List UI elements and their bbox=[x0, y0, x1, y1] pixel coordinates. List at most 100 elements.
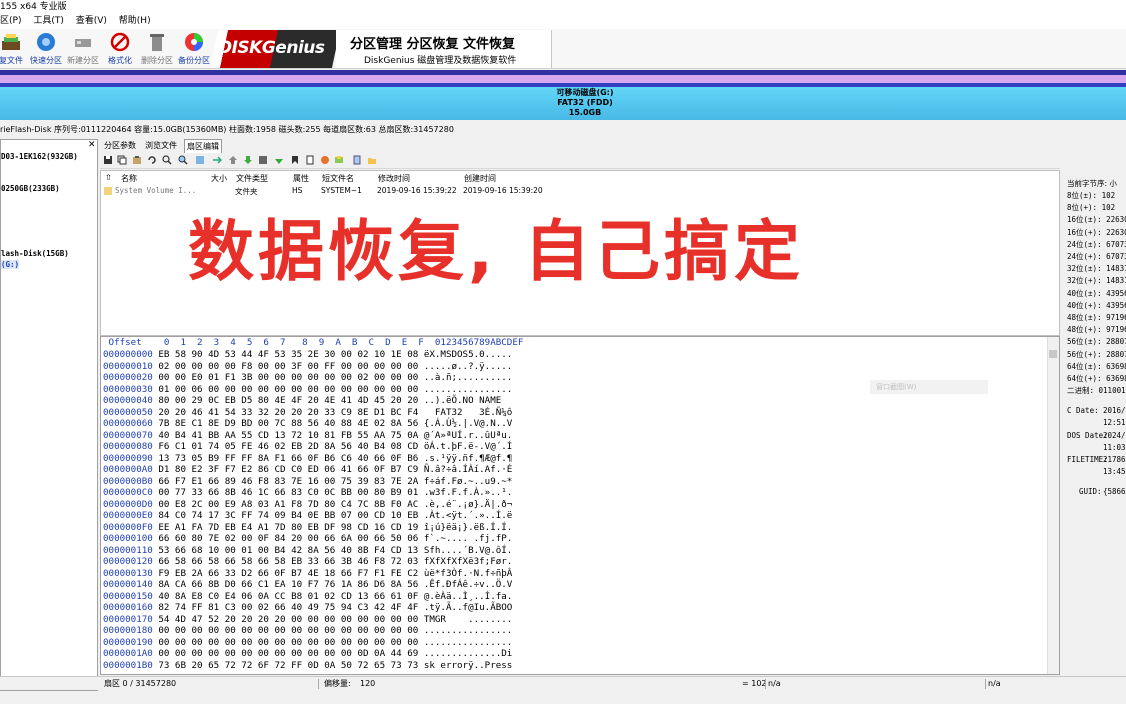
hex-row[interactable]: 000000190 00 00 00 00 00 00 00 00 00 00 … bbox=[103, 637, 512, 648]
partition-size: 15.0GB bbox=[568, 108, 602, 117]
hex-row[interactable]: 000000080 F6 C1 01 74 05 FE 46 02 EB 2D … bbox=[103, 441, 512, 452]
status-sector: 扇区 0 / 31457280 bbox=[104, 679, 177, 688]
copy-icon[interactable] bbox=[117, 155, 127, 165]
open-folder-icon[interactable] bbox=[367, 155, 377, 165]
hex-row[interactable]: 000000150 40 8A E8 C0 E4 06 0A CC B8 01 … bbox=[103, 591, 512, 602]
tree-item-disk0[interactable]: D03-1EK162(932GB) bbox=[1, 152, 78, 161]
recover-files-button[interactable]: 复文件 bbox=[0, 31, 30, 66]
undo-icon[interactable] bbox=[147, 155, 157, 165]
col-name[interactable]: 名称 bbox=[121, 173, 137, 184]
hex-row[interactable]: 000000090 13 73 05 B9 FF FF 8A F1 66 0F … bbox=[103, 453, 512, 464]
goto-icon[interactable] bbox=[195, 155, 205, 165]
tree-item-disk1[interactable]: 0250GB(233GB) bbox=[1, 184, 60, 193]
hex-row[interactable]: 000000010 02 00 00 00 00 F8 00 00 3F 00 … bbox=[103, 361, 512, 372]
col-created[interactable]: 创建时间 bbox=[464, 173, 496, 184]
inspector-row: 32位(+): 148310 bbox=[1067, 276, 1126, 286]
inspector-row: 56位(+): 288076 bbox=[1067, 349, 1126, 359]
tab-browse-files[interactable]: 浏览文件 bbox=[143, 139, 179, 153]
inspector-row: 48位(+): 971965 bbox=[1067, 325, 1126, 335]
hex-row[interactable]: 000000050 20 20 46 41 54 33 32 20 20 20 … bbox=[103, 407, 512, 418]
prev-sector-icon[interactable] bbox=[228, 155, 238, 165]
tree-item-flash-disk[interactable]: lash-Disk(15GB) bbox=[1, 249, 69, 258]
col-size[interactable]: 大小 bbox=[211, 173, 227, 184]
file-name: System Volume I... bbox=[115, 186, 197, 195]
overlay-caption: 数据恢复, 自己搞定 bbox=[188, 213, 805, 290]
dos-date-value: 2024/0 bbox=[1103, 431, 1126, 440]
table-row[interactable]: System Volume I... 文件夹 HS SYSTEM~1 2019-… bbox=[100, 186, 1060, 197]
hex-row[interactable]: 000000070 40 B4 41 BB AA 55 CD 13 72 10 … bbox=[103, 430, 512, 441]
paste-icon[interactable] bbox=[132, 155, 142, 165]
diskgenius-logo: DISKGenius bbox=[218, 38, 325, 58]
delete-partition-button[interactable]: 删除分区 bbox=[138, 31, 176, 66]
format-button[interactable]: 格式化 bbox=[101, 31, 139, 66]
find-next-icon[interactable] bbox=[178, 155, 188, 165]
partition-label: 可移动磁盘(G:) FAT32 (FDD) 15.0GB bbox=[470, 88, 700, 118]
jump-icon[interactable] bbox=[212, 155, 222, 165]
hex-row[interactable]: 000000100 66 60 80 7E 02 00 0F 84 20 00 … bbox=[103, 533, 512, 544]
hex-row[interactable]: 0000000B0 66 F7 E1 66 89 46 F8 83 7E 16 … bbox=[103, 476, 512, 487]
last-sector-icon[interactable] bbox=[274, 155, 284, 165]
template-icon[interactable] bbox=[305, 155, 315, 165]
backup-partition-button[interactable]: 备份分区 bbox=[175, 31, 213, 66]
hex-row[interactable]: 000000000 EB 58 90 4D 53 44 4F 53 35 2E … bbox=[103, 349, 512, 360]
export-icon[interactable] bbox=[334, 155, 344, 165]
menu-help[interactable]: 帮助(H) bbox=[119, 16, 151, 26]
backup-partition-icon bbox=[185, 33, 203, 51]
color-icon[interactable] bbox=[320, 155, 330, 165]
hex-row[interactable]: 0000000E0 84 C0 74 17 3C FF 74 09 B4 0E … bbox=[103, 510, 512, 521]
value-inspector: 当前字节序: 小 8位(±): 102 8位(+): 102 16位(±): 226… bbox=[1061, 170, 1126, 675]
file-modified: 2019-09-16 15:39:22 bbox=[377, 186, 457, 195]
hex-row[interactable]: 000000030 01 00 06 00 00 00 00 00 00 00 … bbox=[103, 384, 512, 395]
inspector-row: 32位(±): 148310 bbox=[1067, 264, 1126, 274]
quick-partition-button[interactable]: 快速分区 bbox=[27, 31, 65, 66]
tree-item-partition-g[interactable]: (G:) bbox=[1, 260, 20, 269]
hex-row[interactable]: 000000020 00 00 E0 01 F1 3B 00 00 00 00 … bbox=[103, 372, 512, 383]
hex-row[interactable]: 000000120 66 58 66 58 66 58 66 58 EB 33 … bbox=[103, 556, 512, 567]
close-icon[interactable]: ✕ bbox=[88, 140, 96, 150]
hex-scrollbar[interactable] bbox=[1047, 337, 1059, 674]
filetime-label: FILETIME: bbox=[1067, 455, 1108, 464]
col-type[interactable]: 文件类型 bbox=[236, 173, 268, 184]
document-icon[interactable] bbox=[352, 155, 362, 165]
hex-row[interactable]: 0000001A0 00 00 00 00 00 00 00 00 00 00 … bbox=[103, 648, 512, 659]
hex-row[interactable]: 0000000A0 D1 80 E2 3F F7 E2 86 CD C0 ED … bbox=[103, 464, 512, 475]
hex-row[interactable]: 0000000F0 EE A1 FA 7D EB E4 A1 7D 80 EB … bbox=[103, 522, 512, 533]
disk-info-line: rieFlash-Disk 序列号:0111220464 容量:15.0GB(1… bbox=[0, 125, 454, 134]
menu-view[interactable]: 查看(V) bbox=[76, 16, 107, 26]
save-icon[interactable] bbox=[103, 155, 113, 165]
c-date-value: 2016/1 bbox=[1103, 406, 1126, 415]
tab-partition-params[interactable]: 分区参数 bbox=[102, 139, 138, 153]
hex-row[interactable]: 000000130 F9 EB 2A 66 33 D2 66 0F B7 4E … bbox=[103, 568, 512, 579]
inspector-row: 8位(+): 102 bbox=[1067, 203, 1116, 213]
hex-scrollbar-thumb[interactable] bbox=[1049, 350, 1057, 358]
up-arrow-icon[interactable]: ⇧ bbox=[105, 173, 112, 182]
new-partition-button[interactable]: 新建分区 bbox=[64, 31, 102, 66]
status-value: = 102 bbox=[742, 679, 767, 688]
hex-row[interactable]: 0000000C0 00 77 33 66 8B 46 1C 66 83 C0 … bbox=[103, 487, 512, 498]
search-icon[interactable] bbox=[162, 155, 172, 165]
hex-header: Offset 0 1 2 3 4 5 6 7 8 9 A B C D E F 0… bbox=[103, 337, 524, 348]
hex-row[interactable]: 000000110 53 66 68 10 00 01 00 B4 42 8A … bbox=[103, 545, 512, 556]
menu-tools[interactable]: 工具(T) bbox=[33, 16, 64, 26]
menu-partition[interactable]: 区(P) bbox=[0, 16, 21, 26]
bookmark-icon[interactable] bbox=[290, 155, 300, 165]
col-attr[interactable]: 属性 bbox=[293, 173, 309, 184]
hex-row[interactable]: 000000140 8A CA 66 8B D0 66 C1 EA 10 F7 … bbox=[103, 579, 512, 590]
hex-row[interactable]: 000000170 54 4D 47 52 20 20 20 20 00 00 … bbox=[103, 614, 512, 625]
tab-sector-editor[interactable]: 扇区编辑 bbox=[184, 139, 222, 153]
col-short-name[interactable]: 短文件名 bbox=[322, 173, 354, 184]
next-sector-icon[interactable] bbox=[243, 155, 253, 165]
hex-row[interactable]: 000000180 00 00 00 00 00 00 00 00 00 00 … bbox=[103, 625, 512, 636]
hex-row[interactable]: 000000060 7B 8E C1 8E D9 BD 00 7C 88 56 … bbox=[103, 418, 512, 429]
tab-bar: 分区参数 浏览文件 扇区编辑 bbox=[100, 139, 1060, 153]
file-attr: HS bbox=[292, 186, 303, 195]
dos-date-label: DOS Date: bbox=[1067, 431, 1108, 440]
first-sector-icon[interactable] bbox=[258, 155, 268, 165]
hex-row[interactable]: 000000040 80 00 29 0C EB D5 80 4E 4F 20 … bbox=[103, 395, 512, 406]
delete-partition-icon bbox=[150, 34, 164, 51]
hex-row[interactable]: 0000001B0 73 6B 20 65 72 72 6F 72 FF 0D … bbox=[103, 660, 512, 671]
hex-row[interactable]: 000000160 82 74 FF 81 C3 00 02 66 40 49 … bbox=[103, 602, 512, 613]
col-modified[interactable]: 修改时间 bbox=[378, 173, 410, 184]
folder-icon bbox=[104, 187, 112, 195]
hex-row[interactable]: 0000000D0 00 E8 2C 00 E9 A8 03 A1 F8 7D … bbox=[103, 499, 512, 510]
